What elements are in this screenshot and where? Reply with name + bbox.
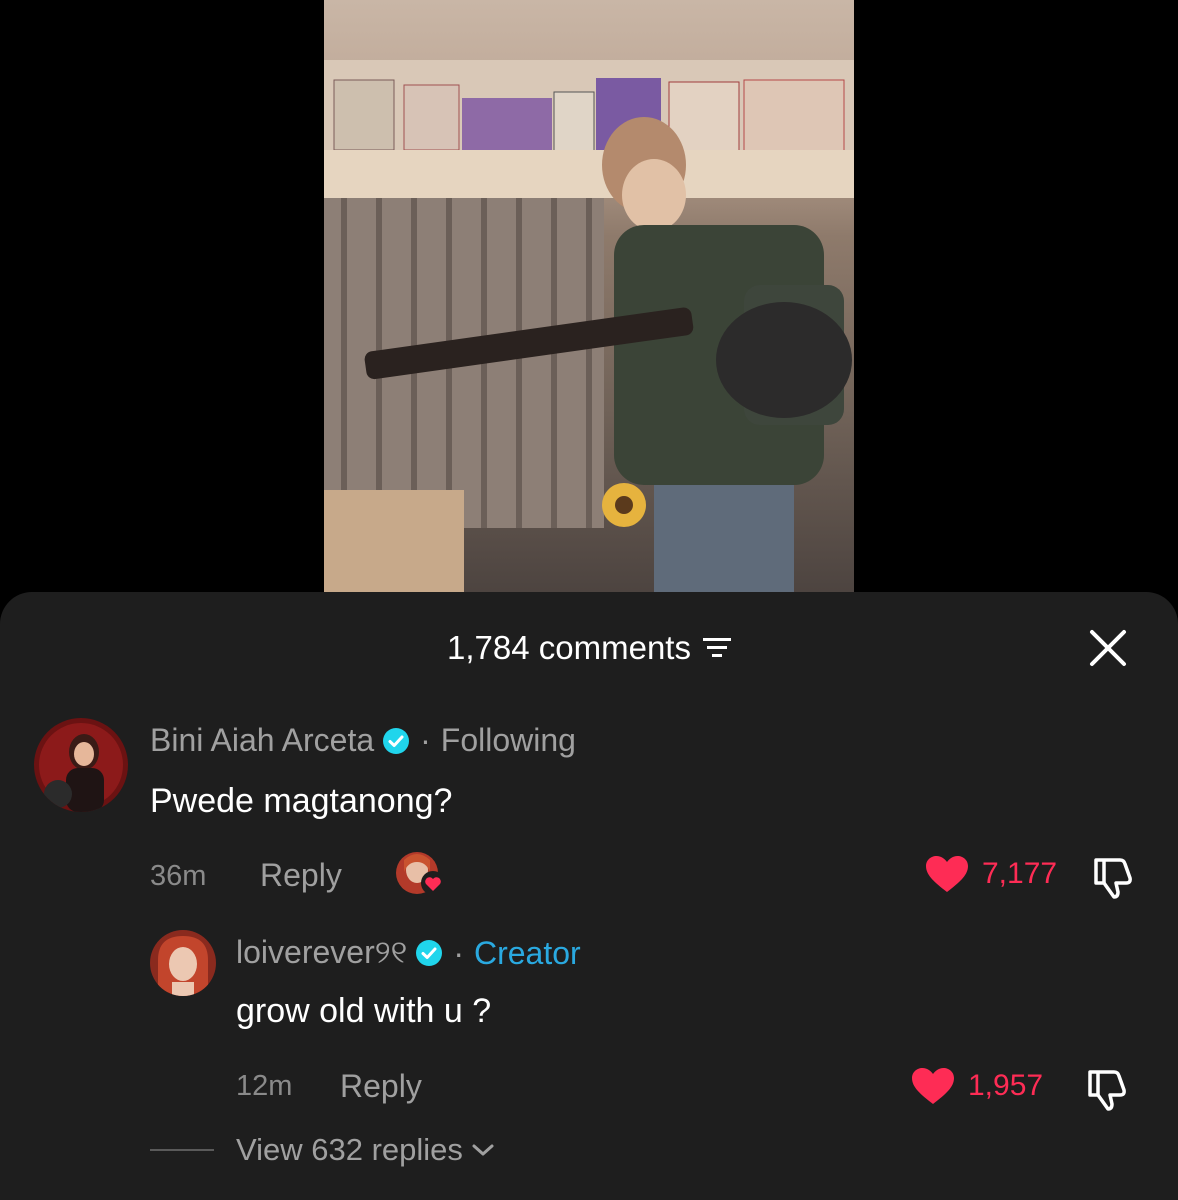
reply-button[interactable]: Reply — [340, 1068, 422, 1105]
avatar[interactable] — [34, 718, 128, 812]
close-icon — [1090, 630, 1126, 666]
dislike-icon — [1088, 1070, 1126, 1111]
comment-author[interactable]: loiverever୨୧ — [236, 934, 407, 972]
comments-sheet: 1,784 comments Bini Aiah Arceta · Follow… — [0, 592, 1178, 1200]
comments-header: 1,784 comments — [0, 628, 1178, 668]
comment-author-row: loiverever୨୧ · Creator — [236, 934, 581, 972]
like-button[interactable]: 1,957 — [910, 1066, 1043, 1106]
reply-button[interactable]: Reply — [260, 857, 342, 894]
comment-text: Pwede magtanong? — [150, 782, 453, 820]
comment-time: 12m — [236, 1070, 293, 1102]
heart-icon — [926, 856, 968, 892]
comment-time: 36m — [150, 860, 207, 892]
comment-author-row: Bini Aiah Arceta · Following — [150, 722, 576, 759]
filter-icon[interactable] — [702, 636, 731, 660]
separator-dot: · — [453, 934, 464, 971]
dislike-button[interactable] — [1084, 1066, 1130, 1117]
video-thumbnail — [324, 60, 854, 592]
comment-author[interactable]: Bini Aiah Arceta — [150, 722, 374, 759]
verified-icon — [382, 727, 410, 755]
verified-icon — [415, 939, 443, 967]
separator-dot: · — [420, 722, 431, 758]
like-count: 7,177 — [982, 857, 1058, 890]
divider-line — [150, 1149, 214, 1151]
like-count: 1,957 — [968, 1069, 1044, 1102]
dislike-icon — [1094, 858, 1132, 899]
comments-count: 1,784 comments — [447, 629, 691, 666]
creator-label: Creator — [473, 934, 581, 971]
dislike-button[interactable] — [1090, 854, 1136, 905]
creator-liked-avatar — [396, 852, 445, 895]
avatar[interactable] — [150, 930, 216, 996]
video-area[interactable] — [0, 0, 1178, 600]
close-button[interactable] — [1086, 626, 1130, 670]
chevron-down-icon — [471, 1142, 495, 1158]
following-label: Following — [440, 722, 576, 758]
heart-icon — [912, 1068, 954, 1104]
video-player[interactable] — [324, 0, 854, 592]
view-replies-label: View 632 replies — [236, 1132, 463, 1167]
comment-text: grow old with u ? — [236, 992, 492, 1030]
like-button[interactable]: 7,177 — [924, 854, 1057, 894]
view-replies-button[interactable]: View 632 replies — [150, 1132, 495, 1168]
